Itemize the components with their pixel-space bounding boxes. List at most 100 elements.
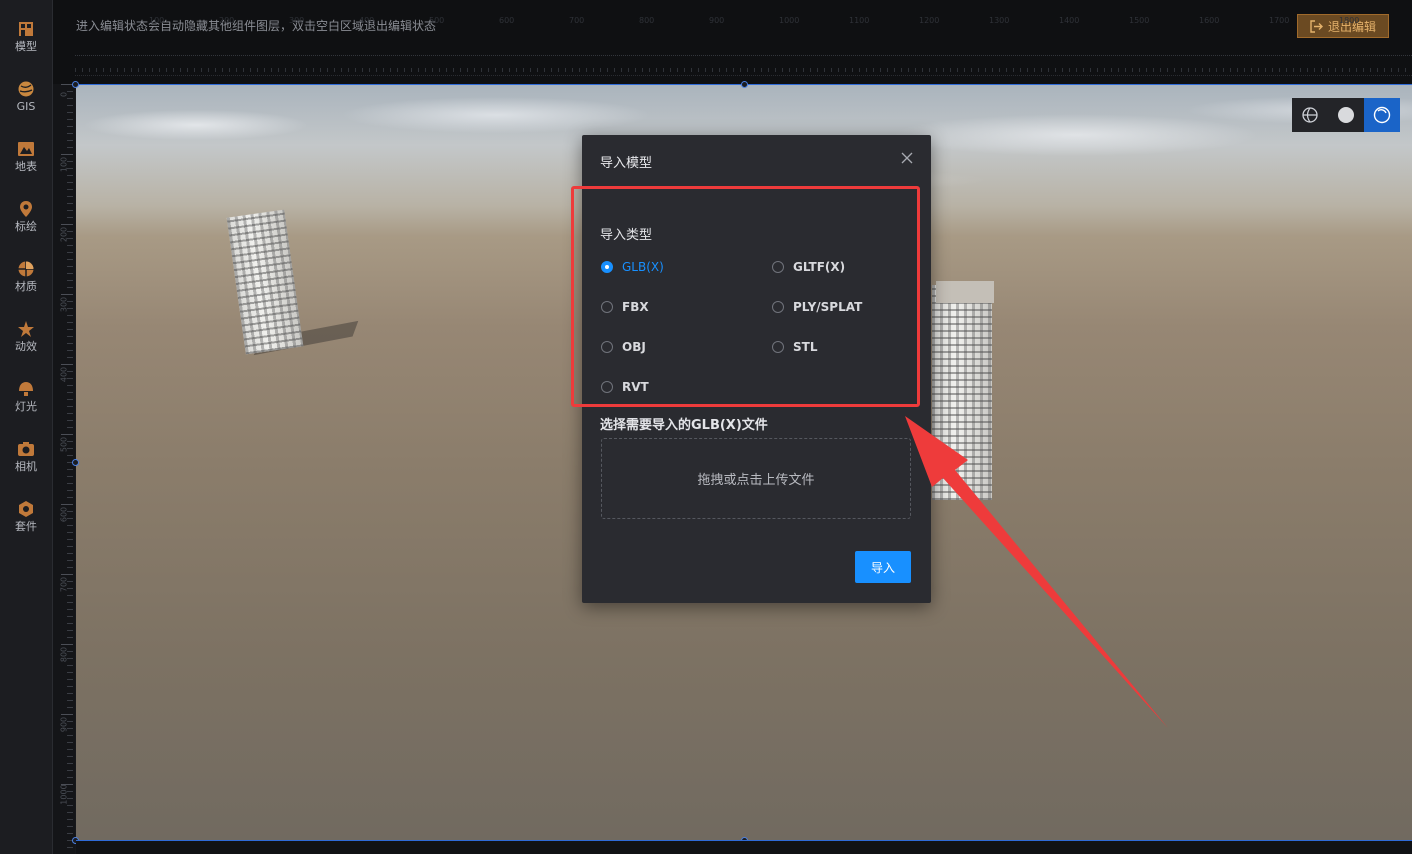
ruler-tick <box>1307 68 1308 72</box>
ruler-tick <box>67 210 73 211</box>
ruler-tick <box>67 112 73 113</box>
ruler-tick <box>271 68 272 72</box>
ruler-label: 500 <box>59 436 69 453</box>
sidebar-item-material[interactable]: 材质 <box>0 260 52 316</box>
sidebar-item-camera[interactable]: 相机 <box>0 440 52 496</box>
ruler-tick <box>915 68 916 72</box>
ruler-tick <box>278 68 279 72</box>
ruler-tick <box>985 68 986 72</box>
ruler-tick <box>1083 68 1084 72</box>
ruler-tick <box>67 182 73 183</box>
ruler-tick <box>1279 68 1280 72</box>
ruler-label: 1400 <box>1059 16 1080 25</box>
ruler-label: 100 <box>149 16 165 25</box>
ruler-tick <box>67 287 73 288</box>
ruler-tick <box>873 68 874 72</box>
model-icon <box>19 22 33 36</box>
sidebar-item-gis[interactable]: GIS <box>0 80 52 136</box>
view-mode-toolbar <box>1292 98 1400 132</box>
ruler-tick <box>460 68 461 72</box>
ruler-tick <box>67 770 73 771</box>
ruler-tick <box>467 68 468 72</box>
ruler-tick <box>1034 68 1035 72</box>
ruler-tick <box>1055 68 1056 72</box>
ruler-tick <box>236 68 237 72</box>
ruler-tick <box>1132 68 1133 72</box>
ruler-tick <box>1286 68 1287 72</box>
view-mode-wireframe-button[interactable] <box>1292 98 1328 132</box>
top-bar: 进入编辑状态会自动隐藏其他组件图层，双击空白区域退出编辑状态 退出编辑 100 2… <box>53 0 1412 84</box>
ruler-tick <box>866 68 867 72</box>
ruler-tick <box>67 336 73 337</box>
ruler-tick <box>67 189 73 190</box>
annotation-highlight-box <box>571 186 920 407</box>
sidebar-item-light[interactable]: 灯光 <box>0 380 52 436</box>
sidebar-item-effects[interactable]: 动效 <box>0 320 52 376</box>
resize-handle[interactable] <box>741 81 748 88</box>
ruler-tick <box>649 68 650 72</box>
ruler-label: 600 <box>499 16 515 25</box>
sidebar-item-kit[interactable]: 套件 <box>0 500 52 556</box>
import-button[interactable]: 导入 <box>855 551 911 583</box>
file-select-label: 选择需要导入的GLB(X)文件 <box>600 418 768 433</box>
ruler-tick <box>67 742 73 743</box>
ruler-tick <box>1223 68 1224 72</box>
ruler-tick <box>502 68 503 72</box>
ruler-tick <box>348 68 349 72</box>
ruler-tick <box>264 68 265 72</box>
view-mode-rotate-button[interactable] <box>1364 98 1400 132</box>
kit-icon <box>19 501 33 517</box>
building-model[interactable] <box>932 285 992 500</box>
building-roof <box>936 281 994 303</box>
rotate-view-icon <box>1373 106 1391 124</box>
sidebar-item-plot[interactable]: 标绘 <box>0 200 52 256</box>
ruler-tick <box>796 68 797 72</box>
ruler-label: 1600 <box>1199 16 1220 25</box>
ruler-tick <box>1209 68 1210 72</box>
ruler-tick <box>67 322 73 323</box>
view-mode-solid-button[interactable] <box>1328 98 1364 132</box>
ruler-tick <box>67 483 73 484</box>
ruler-tick <box>67 350 73 351</box>
ruler-tick <box>971 68 972 72</box>
ruler-tick <box>67 637 73 638</box>
ruler-tick <box>67 826 73 827</box>
ruler-tick <box>824 68 825 72</box>
ruler-tick <box>173 68 174 72</box>
sidebar-item-label: 相机 <box>15 460 37 473</box>
ruler-tick <box>691 68 692 72</box>
ruler-tick <box>1195 68 1196 72</box>
camera-icon <box>18 442 34 456</box>
ruler-tick <box>117 68 118 72</box>
horizontal-ruler: 100 200 300 400 500 600 700 800 900 1000 1100 1200 1… <box>75 16 1412 84</box>
resize-handle[interactable] <box>72 459 79 466</box>
ruler-tick <box>67 693 73 694</box>
tilted-building-model[interactable] <box>226 209 304 355</box>
ruler-label: 1300 <box>989 16 1010 25</box>
file-dropzone[interactable]: 拖拽或点击上传文件 <box>601 438 911 519</box>
sidebar-item-model[interactable]: 模型 <box>0 20 52 76</box>
ruler-tick <box>89 68 90 72</box>
ruler-tick <box>964 68 965 72</box>
ruler-tick <box>1020 68 1021 72</box>
ruler-tick <box>446 68 447 72</box>
ruler-tick <box>397 68 398 72</box>
ruler-tick <box>67 273 73 274</box>
ruler-tick <box>411 68 412 72</box>
ruler-tick <box>75 68 76 72</box>
close-icon[interactable] <box>900 151 914 165</box>
ruler-tick <box>887 68 888 72</box>
ruler-tick <box>803 68 804 72</box>
ruler-tick <box>67 126 73 127</box>
resize-handle[interactable] <box>72 81 79 88</box>
ruler-tick <box>257 68 258 72</box>
ruler-tick <box>67 133 73 134</box>
ruler-tick <box>313 68 314 72</box>
ruler-tick <box>145 68 146 72</box>
ruler-label: 1800 <box>1339 16 1360 25</box>
sidebar-item-terrain[interactable]: 地表 <box>0 140 52 196</box>
ruler-tick <box>565 68 566 72</box>
ruler-tick <box>992 68 993 72</box>
ruler-tick <box>894 68 895 72</box>
ruler-tick <box>1321 68 1322 72</box>
